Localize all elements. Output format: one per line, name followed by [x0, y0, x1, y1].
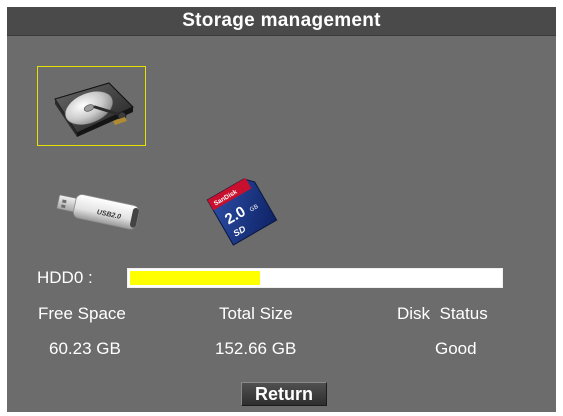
window-title: Storage management	[7, 7, 556, 36]
free-space-label: Free Space	[38, 304, 126, 323]
hard-disk-device[interactable]	[37, 66, 146, 146]
free-space-value: 60.23 GB	[49, 339, 121, 358]
hdd-usage-fill	[130, 271, 260, 285]
return-button[interactable]: Return	[241, 382, 327, 406]
hdd-usage-row: HDD0 :	[37, 266, 517, 290]
total-size-label: Total Size	[219, 304, 293, 323]
storage-management-window: Storage management USB2.0 SanDisk 2.0 GB…	[7, 7, 556, 412]
hdd-usage-bar	[127, 268, 503, 288]
sd-card-icon: SanDisk 2.0 GB SD	[197, 170, 287, 250]
total-size-value: 152.66 GB	[215, 339, 297, 358]
sd-card-device[interactable]: SanDisk 2.0 GB SD	[197, 170, 287, 250]
usb-drive-device[interactable]: USB2.0	[51, 187, 143, 245]
usb-drive-icon: USB2.0	[51, 187, 143, 245]
disk-status-label: Disk Status	[397, 304, 488, 323]
disk-status-value: Good	[435, 339, 477, 358]
hdd-label: HDD0 :	[37, 268, 93, 287]
